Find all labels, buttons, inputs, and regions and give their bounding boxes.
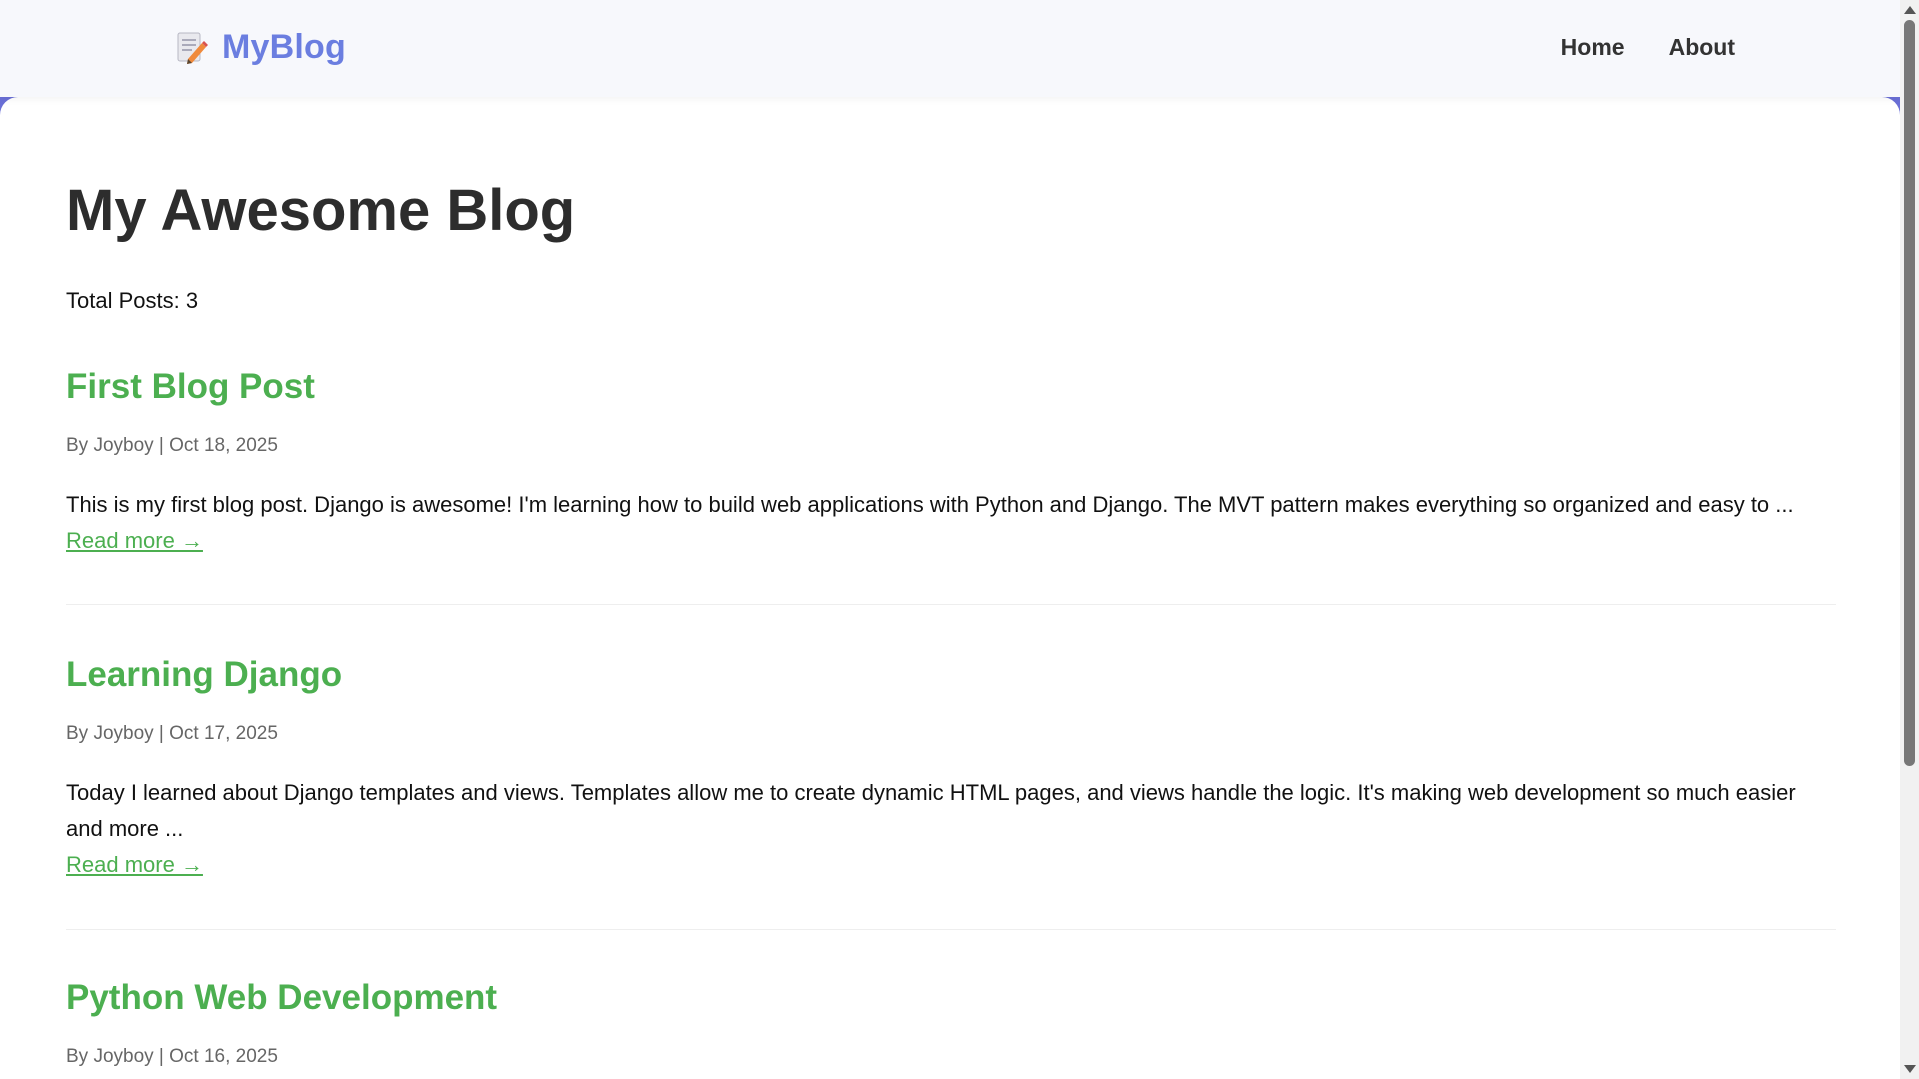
post-meta: By Joyboy | Oct 18, 2025: [66, 435, 278, 456]
scroll-up-arrow-icon[interactable]: [1904, 6, 1916, 14]
nav-home-link[interactable]: Home: [1561, 34, 1625, 61]
main-content-card: My Awesome Blog Total Posts: 3 First Blo…: [0, 97, 1900, 1079]
nav-about-link[interactable]: About: [1669, 34, 1735, 61]
navbar: MyBlog Home About: [0, 0, 1900, 97]
memo-pencil-icon: [176, 30, 208, 66]
post-meta: By Joyboy | Oct 17, 2025: [66, 723, 278, 744]
nav-links: Home About: [1561, 34, 1735, 61]
page-title: My Awesome Blog: [66, 178, 576, 243]
scroll-down-arrow-icon[interactable]: [1904, 1065, 1916, 1073]
post-excerpt: Today I learned about Django templates a…: [66, 780, 1796, 841]
post-divider: [66, 929, 1836, 930]
post-divider: [66, 604, 1836, 605]
brand-link[interactable]: MyBlog: [176, 28, 346, 67]
post-meta: By Joyboy | Oct 16, 2025: [66, 1046, 278, 1067]
post-excerpt: This is my first blog post. Django is aw…: [66, 492, 1794, 517]
post-title-link[interactable]: Learning Django: [66, 655, 1836, 695]
post-item: Python Web Development By Joyboy | Oct 1…: [66, 978, 1836, 1068]
brand-name: MyBlog: [222, 28, 346, 66]
browser-viewport: MyBlog Home About My Awesome Blog Total …: [0, 0, 1919, 1079]
scrollbar-thumb[interactable]: [1904, 20, 1915, 766]
post-item: Learning Django By Joyboy | Oct 17, 2025…: [66, 655, 1836, 883]
read-more-link[interactable]: Read more →: [66, 847, 203, 883]
total-posts-count: Total Posts: 3: [66, 288, 199, 313]
post-title-link[interactable]: Python Web Development: [66, 978, 1836, 1018]
read-more-link[interactable]: Read more →: [66, 523, 203, 559]
post-item: First Blog Post By Joyboy | Oct 18, 2025…: [66, 367, 1836, 559]
vertical-scrollbar[interactable]: [1900, 0, 1919, 1079]
post-title-link[interactable]: First Blog Post: [66, 367, 1836, 407]
